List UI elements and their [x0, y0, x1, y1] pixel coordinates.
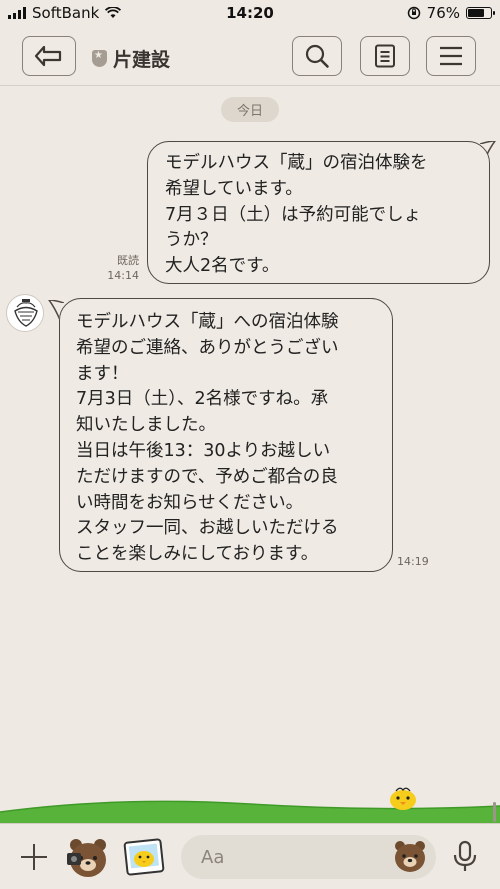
menu-icon	[440, 46, 462, 66]
avatar[interactable]	[6, 294, 44, 332]
note-icon	[375, 44, 395, 68]
search-button[interactable]	[292, 36, 342, 76]
emoji-button[interactable]	[392, 838, 428, 874]
search-icon	[305, 44, 329, 68]
grass-decoration	[0, 800, 500, 827]
incoming-message-bubble[interactable]: モデルハウス「蔵」への宿泊体験 希望のご連絡、ありがとうござい ます！ 7月3日…	[59, 298, 393, 572]
voice-button[interactable]	[452, 839, 478, 875]
back-button[interactable]	[22, 36, 76, 76]
status-right: 76%	[407, 4, 495, 22]
chat-title-text: 片建設	[113, 49, 171, 71]
note-button[interactable]	[360, 36, 410, 76]
shield-icon	[92, 50, 107, 67]
company-logo-icon	[9, 297, 43, 331]
battery-percent: 76%	[426, 4, 460, 22]
chat-header: 片建設	[0, 26, 500, 86]
sally-chick-icon	[390, 787, 416, 810]
battery-icon	[466, 7, 495, 19]
microphone-icon	[453, 840, 477, 871]
brown-bear-camera-icon	[67, 839, 106, 877]
plus-icon	[21, 844, 47, 870]
message-timestamp: 14:14	[107, 269, 139, 282]
status-bar: SoftBank 14:20 76%	[0, 0, 500, 26]
orientation-lock-icon	[407, 6, 420, 20]
scrollbar[interactable]	[493, 802, 496, 822]
date-separator: 今日	[221, 97, 279, 122]
menu-button[interactable]	[426, 36, 476, 76]
brown-bear-emoji-icon	[395, 841, 425, 872]
photo-button[interactable]	[122, 836, 166, 880]
chat-title: 片建設	[92, 45, 170, 72]
camera-button[interactable]	[66, 836, 110, 880]
message-input-bar: Aa	[0, 823, 500, 889]
outgoing-message-bubble[interactable]: モデルハウス「蔵」の宿泊体験を 希望しています。 7月３日（土）は予約可能でしょ…	[147, 141, 490, 284]
back-arrow-icon	[34, 45, 62, 67]
message-timestamp: 14:19	[397, 555, 429, 568]
add-button[interactable]	[17, 840, 51, 874]
sally-photo-icon	[123, 838, 165, 876]
battery-fill	[468, 9, 484, 17]
message-read-receipt: 既読	[117, 254, 139, 267]
